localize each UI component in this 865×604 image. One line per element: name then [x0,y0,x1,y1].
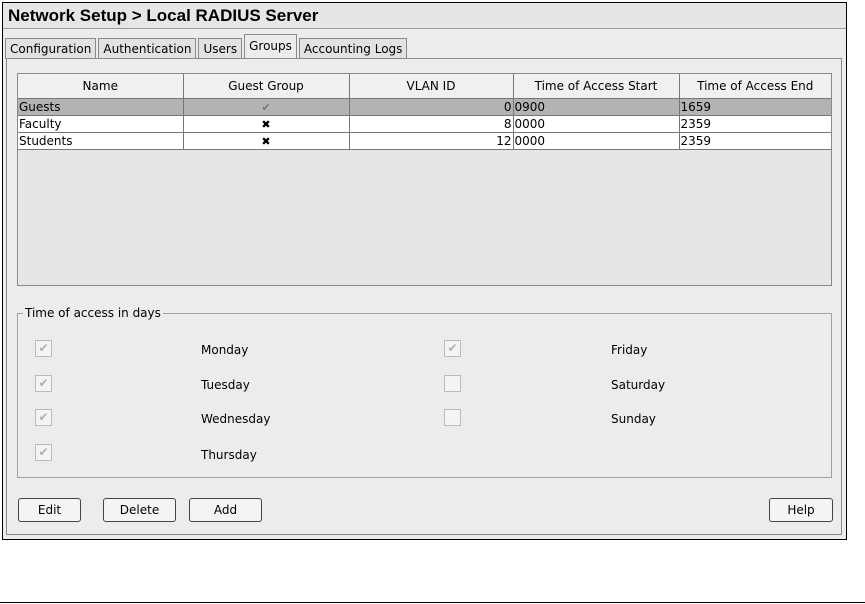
groups-table-area[interactable]: Name Guest Group VLAN ID Time of Access … [17,73,832,286]
cell-access-start: 0000 [512,132,680,150]
radius-window: Network Setup > Local RADIUS Server Conf… [2,2,847,540]
sunday-label: Sunday [611,412,656,426]
thursday-checkbox[interactable]: ✔ [35,444,52,461]
column-header-vlan-id[interactable]: VLAN ID [348,74,514,99]
column-header-name[interactable]: Name [18,74,184,99]
cell-access-end: 2359 [678,132,831,150]
tab-accounting-logs[interactable]: Accounting Logs [298,38,408,59]
cross-icon: ✖ [182,115,350,133]
cell-access-end: 1659 [678,98,831,116]
cell-access-start: 0900 [512,98,680,116]
friday-label: Friday [611,343,648,357]
table-row[interactable]: Students ✖ 12 0000 2359 [18,132,831,150]
tuesday-checkbox[interactable]: ✔ [35,375,52,392]
tab-groups[interactable]: Groups [244,34,297,59]
tab-bar: Configuration Authentication Users Group… [5,33,409,59]
check-icon: ✔ [182,98,350,116]
page-divider [0,602,865,603]
wednesday-checkbox[interactable]: ✔ [35,409,52,426]
cell-vlan-id: 8 [348,115,514,133]
friday-checkbox[interactable]: ✔ [444,340,461,357]
saturday-checkbox[interactable] [444,375,461,392]
cell-access-start: 0000 [512,115,680,133]
cell-vlan-id: 12 [348,132,514,150]
tuesday-label: Tuesday [201,378,250,392]
cell-name: Faculty [18,115,184,133]
window-title: Network Setup > Local RADIUS Server [3,3,846,29]
tab-configuration[interactable]: Configuration [5,38,97,59]
cell-name: Students [18,132,184,150]
table-row[interactable]: Guests ✔ 0 0900 1659 [18,98,831,116]
groups-panel: Name Guest Group VLAN ID Time of Access … [6,58,842,535]
cross-icon: ✖ [182,132,350,150]
access-days-legend: Time of access in days [23,306,163,320]
sunday-checkbox[interactable] [444,409,461,426]
cell-name: Guests [18,98,184,116]
edit-button[interactable]: Edit [18,498,81,522]
table-row[interactable]: Faculty ✖ 8 0000 2359 [18,115,831,133]
cell-vlan-id: 0 [348,98,514,116]
saturday-label: Saturday [611,378,666,392]
wednesday-label: Wednesday [201,412,271,426]
thursday-label: Thursday [201,448,257,462]
column-header-guest-group[interactable]: Guest Group [182,74,350,99]
tab-users[interactable]: Users [198,38,243,59]
column-header-access-start[interactable]: Time of Access Start [512,74,680,99]
tab-authentication[interactable]: Authentication [98,38,197,59]
column-header-access-end[interactable]: Time of Access End [678,74,831,99]
cell-access-end: 2359 [678,115,831,133]
table-header-row: Name Guest Group VLAN ID Time of Access … [18,74,831,99]
groups-table: Name Guest Group VLAN ID Time of Access … [18,74,831,150]
help-button[interactable]: Help [769,498,833,522]
access-days-group: Time of access in days ✔ Monday ✔ Tuesda… [17,306,832,478]
delete-button[interactable]: Delete [103,498,176,522]
monday-checkbox[interactable]: ✔ [35,340,52,357]
add-button[interactable]: Add [189,498,262,522]
monday-label: Monday [201,343,249,357]
